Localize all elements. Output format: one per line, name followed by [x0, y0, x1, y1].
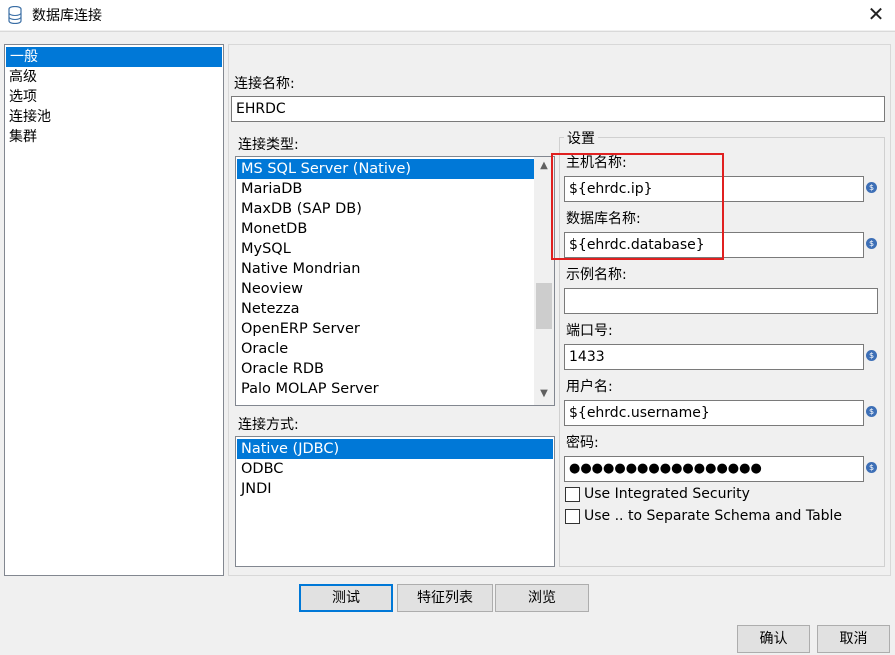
- category-list: 一般 高级 选项 连接池 集群: [4, 44, 224, 576]
- highlight-box: [551, 153, 724, 260]
- feature-list-button[interactable]: 特征列表: [397, 584, 493, 612]
- password-label: 密码:: [566, 435, 599, 451]
- database-icon: [8, 6, 22, 24]
- variable-icon[interactable]: $: [866, 182, 877, 193]
- list-item[interactable]: ODBC: [237, 459, 553, 479]
- list-item[interactable]: Palo MOLAP Server: [237, 379, 534, 399]
- username-label: 用户名:: [566, 379, 613, 395]
- variable-icon[interactable]: $: [866, 238, 877, 249]
- nav-item-options[interactable]: 选项: [5, 87, 223, 107]
- cancel-button[interactable]: 取消: [817, 625, 890, 653]
- list-item[interactable]: JNDI: [237, 479, 553, 499]
- access-method-list[interactable]: Native (JDBC) ODBC JNDI: [235, 436, 555, 567]
- connection-type-list[interactable]: MS SQL Server (Native) MariaDB MaxDB (SA…: [235, 156, 555, 406]
- variable-icon[interactable]: $: [866, 350, 877, 361]
- variable-icon[interactable]: $: [866, 406, 877, 417]
- username-input[interactable]: ${ehrdc.username}: [564, 400, 864, 426]
- scroll-down-icon[interactable]: ▼: [534, 385, 554, 403]
- settings-group-title: 设置: [564, 128, 598, 148]
- connection-name-input[interactable]: EHRDC: [231, 96, 885, 122]
- scroll-thumb[interactable]: [536, 283, 552, 329]
- close-icon[interactable]: ✕: [862, 2, 890, 26]
- list-item[interactable]: MySQL: [237, 239, 534, 259]
- separate-schema-label: Use .. to Separate Schema and Table: [584, 508, 843, 524]
- list-item[interactable]: Neoview: [237, 279, 534, 299]
- list-item[interactable]: MariaDB: [237, 179, 534, 199]
- instance-name-label: 示例名称:: [566, 267, 627, 283]
- integrated-security-label: Use Integrated Security: [584, 486, 750, 502]
- list-item[interactable]: Netezza: [237, 299, 534, 319]
- nav-item-general[interactable]: 一般: [6, 47, 222, 67]
- password-input[interactable]: ●●●●●●●●●●●●●●●●●: [564, 456, 864, 482]
- list-item[interactable]: MaxDB (SAP DB): [237, 199, 534, 219]
- list-item[interactable]: MonetDB: [237, 219, 534, 239]
- connection-type-label: 连接类型:: [238, 137, 299, 153]
- list-item[interactable]: Oracle: [237, 339, 534, 359]
- ok-button[interactable]: 确认: [737, 625, 810, 653]
- test-button[interactable]: 测试: [299, 584, 393, 612]
- title-separator: [0, 31, 895, 32]
- access-method-label: 连接方式:: [238, 417, 299, 433]
- connection-name-label: 连接名称:: [234, 76, 295, 92]
- list-item[interactable]: OpenERP Server: [237, 319, 534, 339]
- nav-item-advanced[interactable]: 高级: [5, 67, 223, 87]
- list-item[interactable]: MS SQL Server (Native): [237, 159, 534, 179]
- title-bar: 数据库连接 ✕: [0, 0, 895, 30]
- list-item[interactable]: Native (JDBC): [237, 439, 553, 459]
- separate-schema-checkbox[interactable]: [565, 509, 580, 524]
- port-input[interactable]: 1433: [564, 344, 864, 370]
- variable-icon[interactable]: $: [866, 462, 877, 473]
- port-label: 端口号:: [566, 323, 613, 339]
- nav-item-cluster[interactable]: 集群: [5, 127, 223, 147]
- instance-name-input[interactable]: [564, 288, 878, 314]
- browse-button[interactable]: 浏览: [495, 584, 589, 612]
- window-title: 数据库连接: [32, 8, 102, 24]
- list-item[interactable]: Native Mondrian: [237, 259, 534, 279]
- nav-item-pooling[interactable]: 连接池: [5, 107, 223, 127]
- list-item[interactable]: Oracle RDB: [237, 359, 534, 379]
- integrated-security-checkbox[interactable]: [565, 487, 580, 502]
